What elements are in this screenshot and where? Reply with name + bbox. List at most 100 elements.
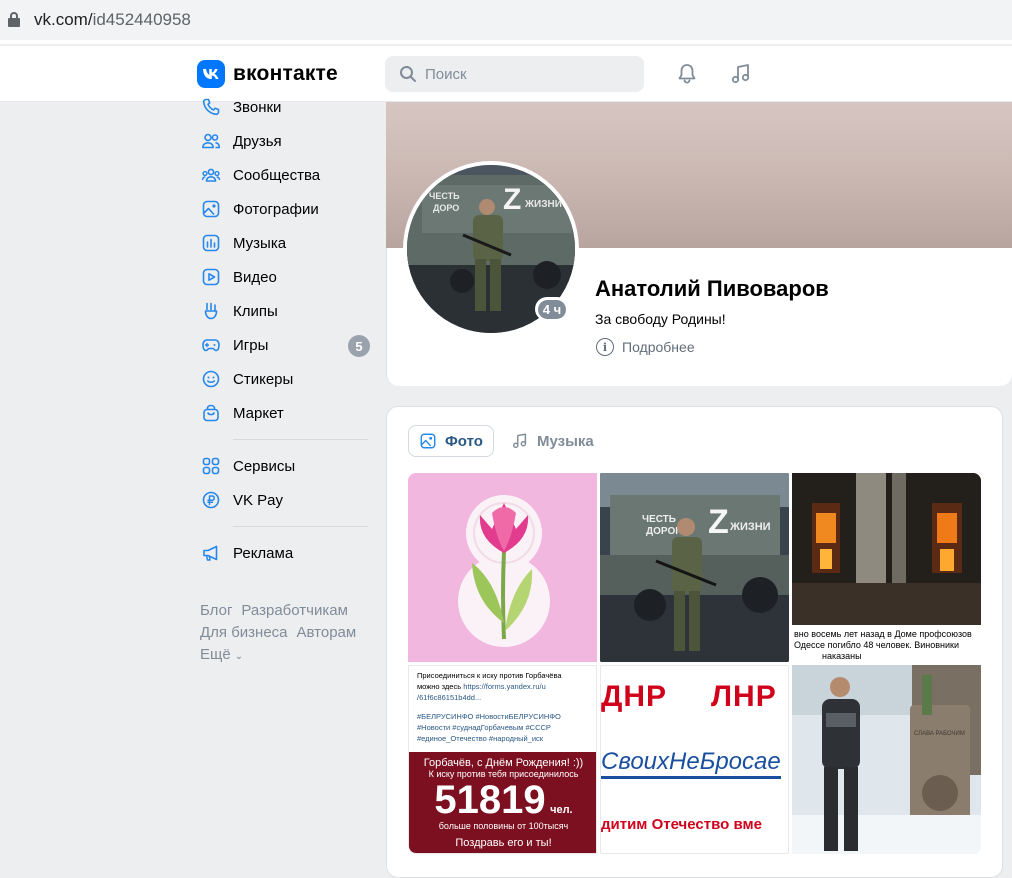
photo-tile[interactable]: ДНР ЛНР СвоихНеБросае дитим Отечество вм…: [600, 665, 789, 854]
friends-icon: [202, 133, 221, 149]
tab-music[interactable]: Музыка: [501, 425, 604, 457]
sidebar-item-label: Сервисы: [233, 457, 296, 475]
vkpay-icon: [202, 491, 220, 509]
sidebar-item-label: Звонки: [233, 98, 282, 116]
profile-status: За свободу Родины!: [595, 311, 726, 327]
vk-logo-icon: [197, 60, 225, 88]
banner-unit: чел.: [550, 804, 573, 816]
man-in-snow-image: СЛАВА РАБОЧИМ: [792, 665, 981, 854]
chevron-down-icon: ⌄: [234, 651, 244, 662]
sidebar-item-label: Маркет: [233, 404, 284, 422]
photo-hashtags: #Новости #суднадГорбачевым #СССР: [417, 723, 551, 732]
url-box[interactable]: vk.com/id452440958: [0, 0, 1012, 40]
megaphone-icon: [203, 545, 218, 561]
sidebar-item-photos[interactable]: Фотографии: [196, 192, 372, 226]
sidebar-item-clips[interactable]: Клипы: [196, 294, 372, 328]
url-text[interactable]: vk.com/id452440958: [34, 10, 191, 30]
sidebar-item-video[interactable]: Видео: [196, 260, 372, 294]
tab-label: Фото: [445, 432, 483, 450]
music-note-icon: [512, 433, 527, 449]
photo-tile[interactable]: вно восемь лет назад в Доме профсоюзов О…: [792, 473, 981, 662]
footer-link-business[interactable]: Для бизнеса: [200, 624, 288, 641]
profile-more-info-button[interactable]: i Подробнее: [596, 338, 695, 356]
sidebar-item-label: Стикеры: [233, 370, 294, 388]
sidebar-item-label: Сообщества: [233, 166, 321, 184]
video-icon: [202, 268, 220, 286]
last-seen-badge: 4 ч: [535, 297, 569, 321]
search-input[interactable]: [425, 65, 625, 83]
services-icon: [202, 457, 220, 475]
photo-text-block: Присоединиться к иску против Горбачёва м…: [417, 670, 596, 744]
sidebar-item-label: Фотографии: [233, 200, 319, 218]
sidebar-item-label: Клипы: [233, 302, 278, 320]
sidebar-item-market[interactable]: Маркет: [196, 396, 372, 430]
photo-caption: вно восемь лет назад в Доме профсоюзов О…: [792, 625, 981, 662]
avatar-z-letter: Z: [503, 183, 521, 216]
sidebar-item-communities[interactable]: Сообщества: [196, 158, 372, 192]
sidebar-item-services[interactable]: Сервисы: [196, 449, 372, 483]
photo-link: https://forms.yandex.ru/u: [463, 682, 546, 691]
sidebar-item-ads[interactable]: Реклама: [196, 536, 372, 570]
sidebar-divider: [233, 526, 368, 527]
truck-text: ЧЕСТЬ: [642, 514, 676, 525]
monument-text: СЛАВА РАБОЧИМ: [914, 731, 965, 737]
photo-text-dnr: ДНР: [601, 680, 668, 713]
sidebar-item-music[interactable]: Музыка: [196, 226, 372, 260]
left-sidebar: Звонки Друзья Сообщества Фотографии Музы…: [196, 96, 372, 668]
bell-icon[interactable]: [675, 62, 699, 86]
sidebar-item-calls[interactable]: Звонки: [196, 90, 372, 124]
browser-address-bar: vk.com/id452440958: [0, 0, 1012, 44]
banner-number: 51819: [434, 778, 546, 822]
tab-photos[interactable]: Фото: [408, 425, 494, 457]
music-icon: [202, 234, 220, 252]
sidebar-item-stickers[interactable]: Стикеры: [196, 362, 372, 396]
photo-tile[interactable]: [408, 473, 597, 662]
avatar-truck-text: ЧЕСТЬ: [429, 191, 460, 201]
soldier-truck-image: ЧЕСТЬ ДОРОГА Z ЖИЗНИ: [600, 473, 789, 662]
footer-link-authors[interactable]: Авторам: [297, 624, 357, 641]
sidebar-item-label: Музыка: [233, 234, 287, 252]
banner-text: больше половины от 100тысяч: [438, 821, 569, 831]
footer-more-button[interactable]: Ещё ⌄: [200, 644, 372, 668]
search-box[interactable]: [385, 56, 644, 92]
info-icon: i: [596, 338, 614, 356]
photo-link: /61f6c86151b4dd...: [417, 693, 482, 702]
footer-more-label: Ещё: [200, 646, 231, 663]
photo-hashtags: #единое_Отечество #народный_иск: [417, 734, 544, 743]
communities-icon: [201, 168, 221, 182]
tab-label: Музыка: [537, 432, 594, 450]
vk-header: вконтакте: [0, 46, 1012, 102]
photos-icon: [420, 433, 436, 449]
search-icon: [400, 66, 416, 82]
photo-red-banner: Горбачёв, с Днём Рождения! :)) К иску пр…: [409, 752, 596, 853]
photo-grid: ЧЕСТЬ ДОРОГА Z ЖИЗНИ вно восемь лет наза…: [408, 473, 982, 855]
banner-text: Горбачёв, с Днём Рождения! :)): [423, 757, 584, 769]
sidebar-item-label: Игры: [233, 336, 269, 354]
sidebar-item-label: Реклама: [233, 544, 294, 562]
sidebar-item-friends[interactable]: Друзья: [196, 124, 372, 158]
games-count-badge: 5: [348, 335, 370, 357]
photo-hashtag: СвоихНеБросае: [601, 748, 781, 779]
footer-link-blog[interactable]: Блог: [200, 602, 232, 619]
caption-line: наказаны: [822, 651, 862, 661]
photo-text: можно здесь: [417, 682, 462, 691]
avatar-truck-text: ДОРО: [433, 203, 459, 213]
building-fire-image: [792, 473, 981, 625]
lock-icon[interactable]: [8, 12, 20, 28]
url-path: id452440958: [92, 10, 191, 29]
sidebar-divider: [233, 439, 368, 440]
photo-tile[interactable]: ЧЕСТЬ ДОРОГА Z ЖИЗНИ: [600, 473, 789, 662]
sidebar-item-games[interactable]: Игры 5: [196, 328, 372, 362]
z-letter: Z: [708, 503, 729, 541]
photo-tile[interactable]: СЛАВА РАБОЧИМ: [792, 665, 981, 854]
stickers-icon: [202, 370, 220, 388]
vk-logo-text: вконтакте: [233, 62, 338, 85]
vk-logo[interactable]: вконтакте: [197, 60, 338, 88]
photo-slogan: дитим Отечество вме: [601, 816, 762, 833]
sidebar-item-vkpay[interactable]: VK Pay: [196, 483, 372, 517]
footer-link-developers[interactable]: Разработчикам: [241, 602, 347, 619]
photo-tile[interactable]: Присоединиться к иску против Горбачёва м…: [408, 665, 597, 854]
phone-icon: [202, 98, 220, 116]
photo-hashtags: #БЕЛРУСИНФО #НовостиБЕЛРУСИНФО: [417, 712, 561, 721]
music-player-icon[interactable]: [729, 62, 753, 86]
